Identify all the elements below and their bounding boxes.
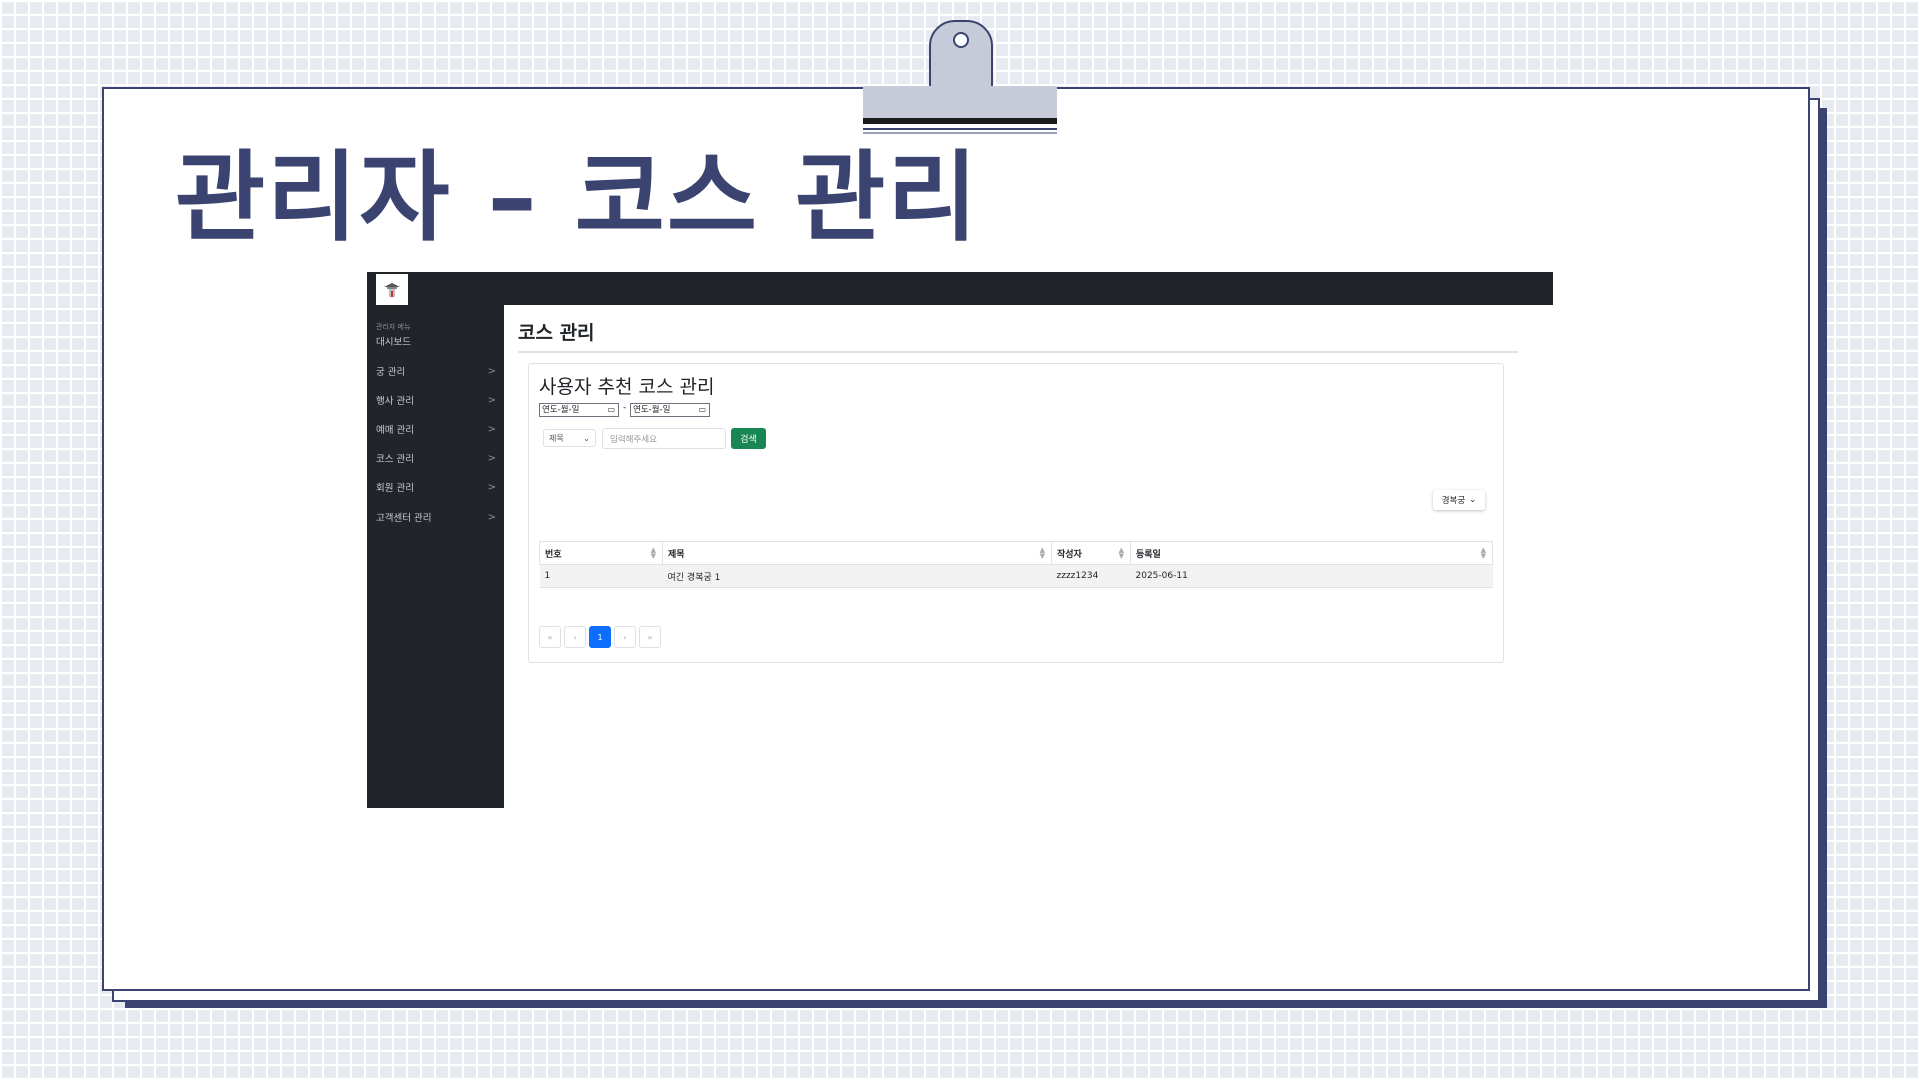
search-placeholder: 입력해주세요 — [610, 434, 657, 445]
page-title: 코스 관리 — [518, 322, 595, 344]
chevron-right-icon: > — [487, 423, 496, 435]
column-header-number[interactable]: 번호 ▲ ▼ — [539, 541, 663, 565]
sidebar: 관리자 메뉴 대시보드 궁 관리 > 행사 관리 > 예매 관리 > 코스 관리… — [367, 272, 504, 808]
sidebar-item-label: 대시보드 — [376, 337, 411, 348]
course-table: 번호 ▲ ▼ 제목 ▲ ▼ 작성자 ▲ ▼ 등록일 ▲ ▼ 1 여긴 경복궁 1 zzzz123… — [539, 541, 1493, 588]
cell-number: 1 — [539, 564, 663, 588]
chevron-right-icon: > — [487, 481, 496, 493]
sidebar-item-support[interactable]: 고객센터 관리 > — [376, 509, 498, 525]
last-page-button[interactable]: » — [639, 626, 661, 648]
sidebar-item-dashboard[interactable]: 대시보드 — [376, 333, 498, 349]
chevron-down-icon: ⌄ — [1469, 495, 1477, 505]
cell-title: 여긴 경복궁 1 — [662, 564, 1052, 588]
slide-title: 관리자 – 코스 관리 — [175, 141, 980, 255]
date-separator: - — [623, 403, 627, 413]
sort-icon: ▲ ▼ — [1118, 546, 1124, 560]
cell-author: zzzz1234 — [1051, 564, 1131, 588]
calendar-icon: ▭ — [607, 405, 615, 414]
search-button[interactable]: 검색 — [731, 428, 766, 449]
search-field-select[interactable]: 제목 ⌄ — [543, 429, 596, 447]
sidebar-item-courses[interactable]: 코스 관리 > — [376, 450, 498, 466]
chevron-right-icon: > — [487, 511, 496, 523]
table-row[interactable]: 1 여긴 경복궁 1 zzzz1234 2025-06-11 — [539, 564, 1493, 588]
chevron-down-icon: ⌄ — [583, 433, 590, 443]
sidebar-item-label: 회원 관리 — [376, 483, 414, 494]
sidebar-item-label: 고객센터 관리 — [376, 513, 432, 524]
admin-screenshot: 관리자 메뉴 대시보드 궁 관리 > 행사 관리 > 예매 관리 > 코스 관리… — [367, 272, 1553, 808]
panel-title: 사용자 추천 코스 관리 — [539, 376, 715, 398]
chevron-right-icon: > — [487, 365, 496, 377]
search-input[interactable]: 입력해주세요 — [602, 428, 726, 449]
binder-clip-icon — [863, 18, 1057, 134]
first-page-button[interactable]: « — [539, 626, 561, 648]
chevron-right-icon: > — [487, 394, 496, 406]
title-divider — [518, 351, 1518, 353]
date-from-input[interactable]: 연도-월-일 ▭ — [539, 403, 619, 417]
sidebar-item-label: 행사 관리 — [376, 396, 414, 407]
palace-logo-icon — [384, 282, 400, 297]
column-header-author[interactable]: 작성자 ▲ ▼ — [1051, 541, 1131, 565]
chevron-right-icon: > — [487, 452, 496, 464]
prev-page-button[interactable]: ‹ — [564, 626, 586, 648]
sort-icon: ▲ ▼ — [650, 546, 656, 560]
sidebar-heading: 관리자 메뉴 — [376, 323, 411, 331]
table-header-row: 번호 ▲ ▼ 제목 ▲ ▼ 작성자 ▲ ▼ 등록일 ▲ ▼ — [539, 541, 1493, 565]
date-from-value: 연도-월-일 — [542, 405, 580, 415]
calendar-icon: ▭ — [698, 405, 706, 414]
column-header-title[interactable]: 제목 ▲ ▼ — [662, 541, 1052, 565]
sort-icon: ▲ ▼ — [1480, 546, 1486, 560]
column-header-date[interactable]: 등록일 ▲ ▼ — [1130, 541, 1493, 565]
course-panel: 사용자 추천 코스 관리 연도-월-일 ▭ - 연도-월-일 ▭ 제목 ⌄ 입력… — [528, 363, 1504, 663]
search-field-value: 제목 — [549, 433, 564, 443]
next-page-button[interactable]: › — [614, 626, 636, 648]
palace-filter-value: 경복궁 — [1441, 496, 1466, 506]
site-logo[interactable] — [376, 274, 408, 305]
sort-icon: ▲ ▼ — [1039, 546, 1045, 560]
date-to-value: 연도-월-일 — [633, 405, 671, 415]
sidebar-item-events[interactable]: 행사 관리 > — [376, 392, 498, 408]
palace-filter-select[interactable]: 경복궁 ⌄ — [1433, 490, 1485, 510]
sidebar-item-label: 궁 관리 — [376, 367, 406, 378]
sidebar-item-label: 예매 관리 — [376, 425, 414, 436]
pagination: « ‹ 1 › » — [539, 626, 661, 648]
sidebar-item-label: 코스 관리 — [376, 454, 414, 465]
sidebar-item-palace[interactable]: 궁 관리 > — [376, 363, 498, 379]
date-to-input[interactable]: 연도-월-일 ▭ — [630, 403, 710, 417]
top-navbar — [367, 272, 1553, 305]
sidebar-item-members[interactable]: 회원 관리 > — [376, 479, 498, 495]
sidebar-item-bookings[interactable]: 예매 관리 > — [376, 421, 498, 437]
page-button-current[interactable]: 1 — [589, 626, 611, 648]
cell-date: 2025-06-11 — [1130, 564, 1493, 588]
